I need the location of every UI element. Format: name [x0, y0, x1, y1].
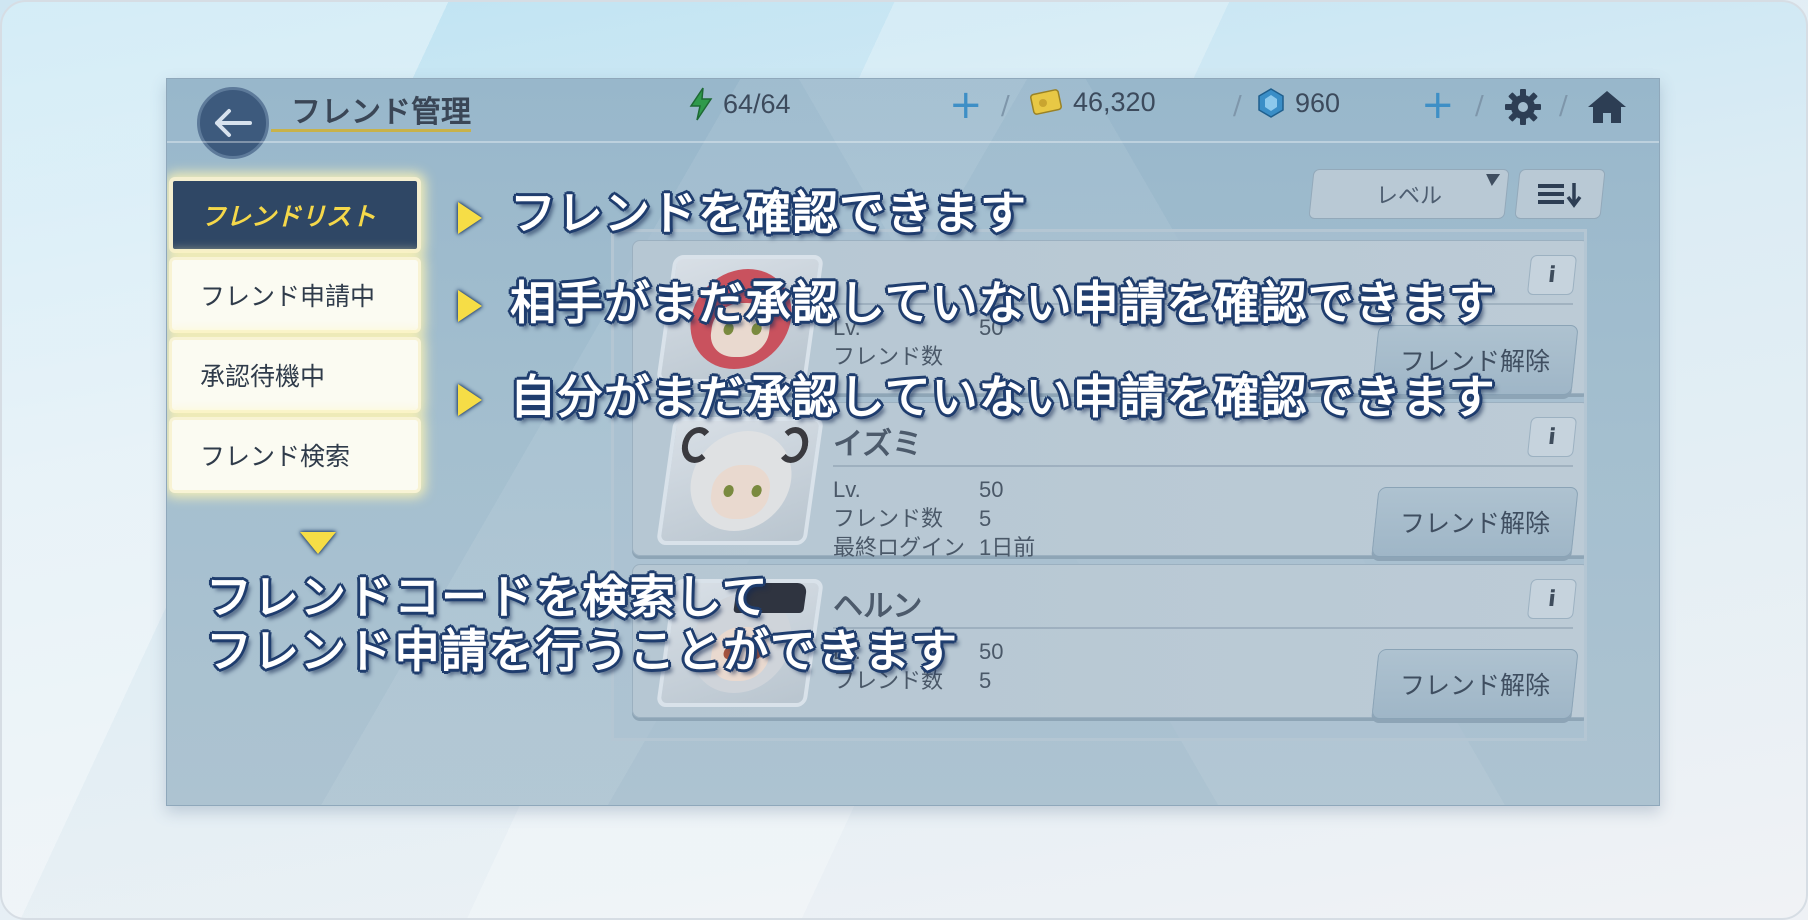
settings-button[interactable]: [1501, 85, 1545, 129]
friend-name: ヘルン: [833, 590, 923, 623]
back-arrow-icon: [215, 109, 252, 137]
friend-info-button[interactable]: i: [1526, 417, 1578, 457]
level-value: 50: [979, 639, 1004, 664]
tab-pending-received[interactable]: 承認待機中: [169, 337, 421, 413]
unfriend-label: フレンド解除: [1399, 672, 1550, 700]
home-icon: [1588, 91, 1626, 123]
stamina-value: 64/64: [723, 88, 791, 119]
level-value: 50: [979, 477, 1004, 502]
separator: /: [1233, 91, 1242, 121]
sort-select-value: レベル: [1375, 183, 1442, 208]
friend-info: Lv. 50 フレンド数 5 最終ログイン 1日前: [833, 475, 1035, 562]
stamina-plus-button[interactable]: +: [949, 85, 983, 125]
home-button[interactable]: [1585, 85, 1629, 129]
sort-select[interactable]: レベル: [1308, 169, 1510, 219]
back-button[interactable]: [197, 87, 269, 159]
sort-order-button[interactable]: [1514, 169, 1606, 219]
horn-decoration: [775, 427, 811, 463]
friend-avatar[interactable]: [656, 417, 824, 545]
friend-card: イズミ Lv. 50 フレンド数 5 最終ログイン 1日前 i フレンド解除: [632, 402, 1584, 560]
friend-info-button[interactable]: i: [1526, 579, 1578, 619]
unfriend-button[interactable]: フレンド解除: [1371, 487, 1579, 557]
chevron-down-icon: [1484, 174, 1501, 186]
tab-pending-sent[interactable]: フレンド申請中: [169, 257, 421, 333]
separator: /: [1001, 91, 1010, 121]
pointer-arrow-icon: [458, 384, 482, 416]
pointer-arrow-icon: [300, 532, 336, 554]
friend-name: イズミ: [833, 428, 923, 461]
friend-count-value: 5: [979, 668, 992, 693]
friend-count-label: フレンド数: [833, 344, 944, 369]
pointer-arrow-icon: [458, 202, 482, 234]
callout-search-line1: フレンドコードを検索して: [206, 570, 769, 624]
separator: /: [1475, 91, 1484, 121]
gold-card-icon: [1030, 88, 1062, 115]
friend-count-value: 5: [979, 506, 992, 531]
header-divider: [167, 141, 1659, 143]
last-login-label: 最終ログイン: [833, 535, 966, 560]
gear-icon: [1505, 89, 1541, 125]
callout-pending-sent: 相手がまだ承認していない申請を確認できます: [510, 276, 1496, 330]
screenshot-frame: フレンド管理 64/64 + / 46,320 / 960 + / / レベル …: [0, 0, 1808, 920]
gold-value: 46,320: [1073, 87, 1156, 117]
friend-count-label: フレンド数: [833, 506, 944, 531]
sort-order-icon: [1538, 183, 1582, 208]
header-bar: フレンド管理 64/64 + / 46,320 / 960 + / /: [167, 79, 1659, 159]
pointer-arrow-icon: [458, 290, 482, 322]
unfriend-button[interactable]: フレンド解除: [1371, 649, 1579, 719]
unfriend-label: フレンド解除: [1399, 510, 1550, 538]
callout-search-line2: フレンド申請を行うことができます: [206, 624, 958, 678]
level-label: Lv.: [833, 477, 861, 502]
page-title: フレンド管理: [291, 96, 471, 129]
gem-icon: [1258, 88, 1284, 118]
friend-info-button[interactable]: i: [1526, 255, 1578, 295]
tab-friend-list[interactable]: フレンドリスト: [169, 177, 421, 253]
stamina-counter: 64/64: [689, 87, 791, 121]
lightning-icon: [689, 87, 713, 121]
gem-counter: 960: [1257, 87, 1340, 119]
title-underline: [271, 129, 471, 132]
gem-value: 960: [1295, 87, 1341, 118]
tab-friend-search[interactable]: フレンド検索: [169, 417, 421, 493]
callout-friend-list: フレンドを確認できます: [510, 186, 1027, 240]
friend-divider: [833, 465, 1573, 467]
separator: /: [1559, 91, 1568, 121]
gold-counter: 46,320: [1029, 87, 1156, 118]
last-login-value: 1日前: [979, 535, 1036, 560]
gem-plus-button[interactable]: +: [1421, 85, 1455, 125]
callout-pending-received: 自分がまだ承認していない申請を確認できます: [510, 370, 1496, 424]
